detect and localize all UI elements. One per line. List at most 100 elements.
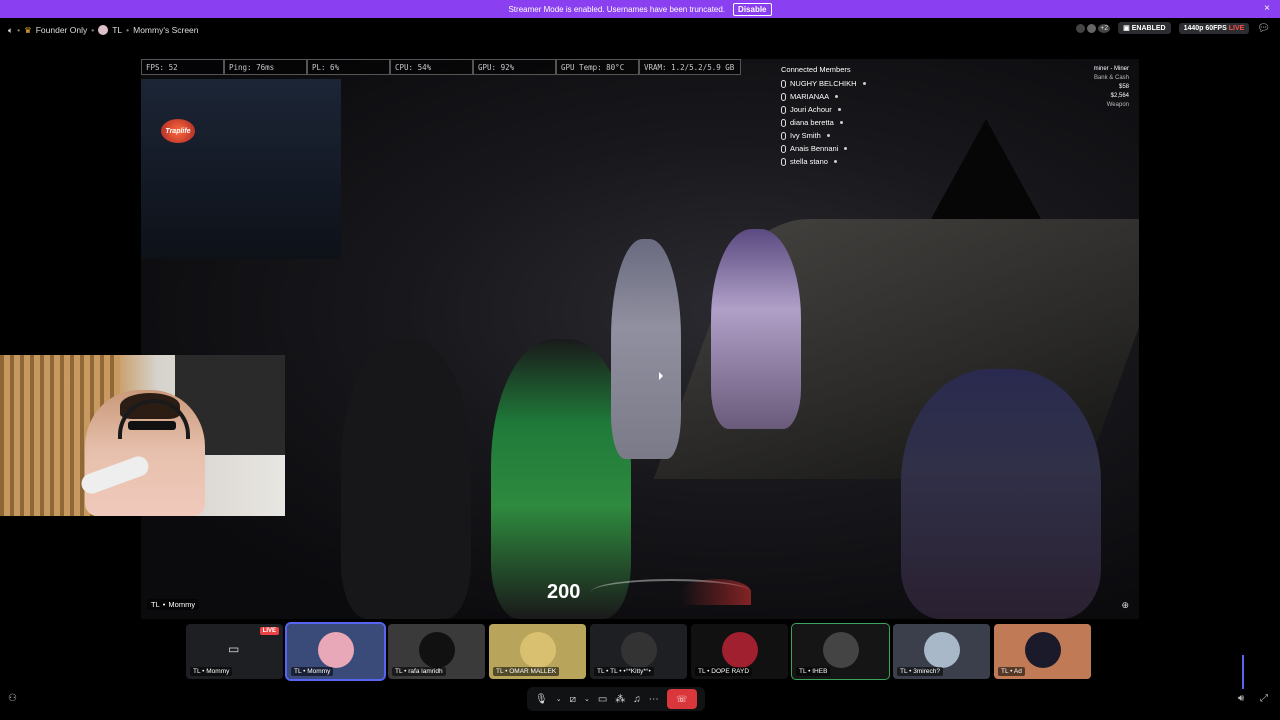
game-character	[711, 229, 801, 429]
online-dot	[826, 134, 830, 137]
participant-name: TL • Ad	[998, 667, 1025, 676]
online-dot	[862, 82, 866, 85]
avatar	[317, 632, 354, 668]
avatar	[923, 632, 960, 668]
participant-strip: ▭ LIVE TL • Mommy TL • Mommy TL • rafa l…	[186, 622, 1091, 681]
video-label-prefix: TL	[151, 600, 160, 609]
microphone-icon[interactable]: 🎙︎	[535, 694, 548, 705]
participant-name: TL • Mommy	[190, 667, 233, 676]
participant-tile[interactable]: TL • IHEB	[791, 623, 890, 680]
sunglasses	[128, 421, 176, 430]
participant-label: IHEB	[812, 668, 828, 675]
list-item: NUGHY BELCHIKH	[781, 77, 866, 90]
avatar	[620, 632, 657, 668]
online-dot	[844, 147, 848, 150]
viewer-count: +2	[1098, 23, 1111, 33]
video-label-name: Mommy	[168, 600, 196, 609]
volume-icon[interactable]: 🔊︎	[1238, 693, 1244, 704]
participant-tile[interactable]: TL • 3mirech?	[893, 624, 990, 679]
volume-slider[interactable]	[1242, 655, 1244, 689]
microphone-icon	[781, 157, 786, 166]
more-icon[interactable]: ⋯	[649, 694, 659, 705]
participant-label: DOPE RAYD	[711, 668, 750, 675]
list-item: MARIANAA	[781, 90, 866, 103]
participant-label: OMAR MALLEK	[509, 668, 557, 675]
participant-label: •°*Kitty*°•	[623, 668, 651, 675]
participant-label: Mommy	[206, 668, 230, 675]
online-dot	[839, 121, 843, 124]
channel-prefix: TL	[112, 25, 123, 35]
hud-label: Bank & Cash	[1093, 75, 1129, 81]
fullscreen-icon[interactable]: ⤢	[1260, 693, 1268, 704]
game-character	[611, 239, 681, 459]
speaker-icon[interactable]: 🔈︎	[8, 25, 13, 36]
chat-icon[interactable]: 💬︎	[1257, 23, 1270, 34]
close-icon[interactable]: ×	[1264, 3, 1270, 14]
disable-streamer-mode-button[interactable]: Disable	[733, 2, 772, 16]
speedometer-value: 200	[547, 581, 581, 603]
member-name: Jouri Achour	[790, 105, 832, 114]
zoom-icon[interactable]: ⊕	[1121, 600, 1129, 611]
avatar	[1076, 23, 1086, 33]
banner-text: Streamer Mode is enabled. Usernames have…	[508, 4, 726, 14]
server-name[interactable]: Founder Only	[36, 25, 88, 35]
game-scene-lamp	[931, 119, 1041, 219]
performance-overlay: FPS: 52 Ping: 76ms PL: 6% CPU: 54% GPU: …	[141, 59, 741, 75]
stat-cpu: CPU: 54%	[390, 59, 473, 75]
avatar	[721, 632, 758, 668]
participant-prefix: TL	[1001, 668, 1009, 675]
game-character	[901, 369, 1101, 619]
list-item: Ivy Smith	[781, 129, 866, 142]
participant-tile[interactable]: TL • Ad	[994, 624, 1091, 679]
participant-tile[interactable]: TL • rafa lamridh	[388, 624, 485, 679]
live-badge: LIVE	[259, 627, 279, 635]
participant-tile[interactable]: ▭ LIVE TL • Mommy	[186, 624, 283, 679]
participant-tile[interactable]: TL • Mommy	[285, 622, 386, 681]
avatar	[1087, 23, 1097, 33]
disconnect-button[interactable]: ☏	[666, 689, 697, 709]
chevron-down-icon[interactable]: ⌄	[556, 695, 562, 703]
participant-tile[interactable]: TL • TL • •°*Kitty*°•	[590, 624, 687, 679]
connected-members-panel: Connected Members NUGHY BELCHIKH MARIANA…	[781, 65, 866, 168]
activities-icon[interactable]: ⁂	[615, 694, 625, 705]
quality-text: 1440p 60FPS	[1183, 24, 1227, 32]
streamer-mode-banner: Streamer Mode is enabled. Usernames have…	[0, 0, 1280, 18]
invite-icon[interactable]: ⚇	[8, 693, 17, 704]
participant-tile[interactable]: TL • DOPE RAYD	[691, 624, 788, 679]
stat-pl: PL: 6%	[307, 59, 390, 75]
viewer-avatars[interactable]: +2	[1076, 23, 1111, 33]
list-item: diana beretta	[781, 116, 866, 129]
breadcrumb: 🔈︎ • ♛ Founder Only • TL • Mommy's Scree…	[8, 25, 199, 36]
avatar	[519, 632, 556, 668]
participant-prefix: TL	[496, 668, 504, 675]
avatar	[822, 632, 859, 668]
participant-label: Mommy	[307, 668, 331, 675]
member-name: diana beretta	[790, 118, 834, 127]
game-scene-window	[141, 79, 341, 259]
stream-quality-badge[interactable]: 1440p 60FPS LIVE	[1178, 22, 1250, 34]
members-heading: Connected Members	[781, 65, 851, 74]
participant-prefix: TL	[193, 668, 201, 675]
screen-share-video[interactable]: FPS: 52 Ping: 76ms PL: 6% CPU: 54% GPU: …	[141, 59, 1139, 619]
participant-tile[interactable]: TL • OMAR MALLEK	[489, 624, 586, 679]
camera-icon[interactable]: ⧄	[570, 694, 576, 705]
separator: •	[91, 25, 95, 35]
disconnect-icon: ☏	[676, 693, 688, 704]
member-name: Ivy Smith	[790, 131, 821, 140]
chevron-down-icon[interactable]: ⌄	[584, 695, 590, 703]
header-right: +2 ▣ ENABLED 1440p 60FPS LIVE 💬︎	[1076, 22, 1270, 34]
participant-name: TL • DOPE RAYD	[695, 667, 753, 676]
screen-share-icon[interactable]: ▭	[598, 694, 607, 705]
crown-icon: ♛	[24, 24, 32, 35]
hud-label: Weapon	[1106, 102, 1129, 108]
webcam-overlay	[0, 355, 285, 516]
soundboard-icon[interactable]: ♫	[633, 694, 641, 705]
member-name: Anais Bennani	[790, 144, 839, 153]
stat-gpu-temp: GPU Temp: 80°C	[556, 59, 639, 75]
microphone-icon	[781, 79, 786, 88]
participant-name: TL • Mommy	[291, 667, 334, 676]
channel-name[interactable]: Mommy's Screen	[133, 25, 198, 35]
participant-prefix: TL	[799, 668, 807, 675]
microphone-icon	[781, 144, 786, 153]
screen-share-icon: ▭	[228, 642, 240, 656]
